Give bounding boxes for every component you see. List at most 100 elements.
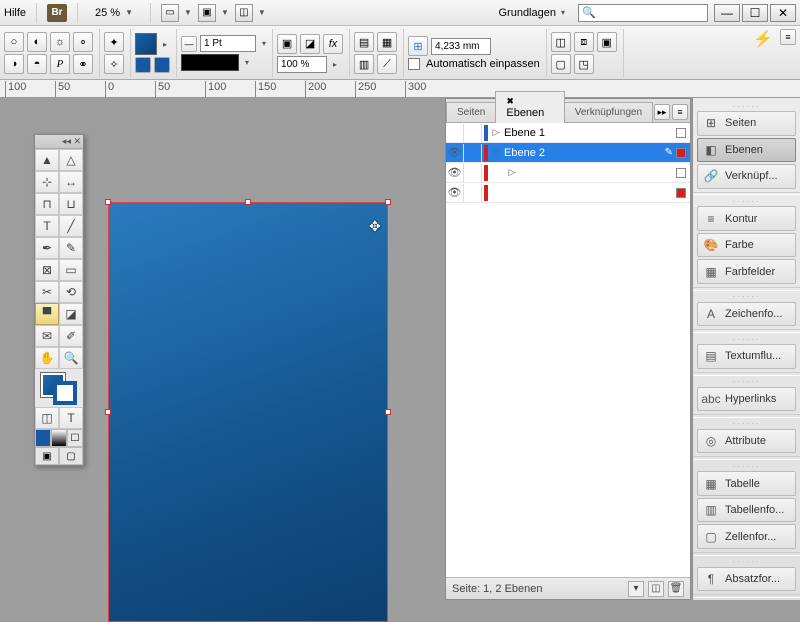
ref-value-input[interactable]: 4,233 mm <box>431 38 491 55</box>
fit-icon[interactable]: ▣ <box>597 32 617 52</box>
new-sublayer-icon[interactable]: ▾ <box>628 581 644 597</box>
format-text-icon[interactable]: T <box>59 407 83 429</box>
dock-button-hyperlinks[interactable]: abcHyperlinks <box>697 387 796 412</box>
tool-icon[interactable]: ✧ <box>104 54 124 74</box>
direct-selection-tool[interactable]: △ <box>59 149 83 171</box>
line-tool[interactable]: ╱ <box>59 215 83 237</box>
layer-row[interactable]: 👁▷ <box>446 163 690 183</box>
swatch-small[interactable] <box>154 57 170 73</box>
layer-row[interactable]: ▷Ebene 1 <box>446 123 690 143</box>
content-placer-tool[interactable]: ⊔ <box>59 193 83 215</box>
selection-tool[interactable]: ▲ <box>35 149 59 171</box>
dock-button-zeichenfo-[interactable]: AZeichenfo... <box>697 302 796 327</box>
selection-indicator[interactable] <box>676 188 686 198</box>
selected-rectangle[interactable] <box>108 202 388 622</box>
fit-icon[interactable]: ▢ <box>551 54 571 74</box>
zoom-tool[interactable]: 🔍 <box>59 347 83 369</box>
gradient-swatch-tool[interactable]: ▀ <box>35 303 59 325</box>
dock-button-tabellenfo-[interactable]: ▥Tabellenfo... <box>697 498 796 523</box>
swatch-small[interactable] <box>135 57 151 73</box>
tool-icon[interactable]: ☼ <box>50 32 70 52</box>
selection-handle[interactable] <box>385 409 391 415</box>
transform-tool[interactable]: ⟲ <box>59 281 83 303</box>
selection-handle[interactable] <box>105 199 111 205</box>
search-input[interactable]: 🔍 <box>578 4 708 22</box>
format-container-icon[interactable]: ◫ <box>35 407 59 429</box>
zoom-level[interactable]: 25 %▼ <box>88 4 140 22</box>
fill-swatch[interactable] <box>135 33 157 55</box>
wrap-icon[interactable]: ⟋ <box>377 54 397 74</box>
bridge-button[interactable]: Br <box>47 4 67 22</box>
hand-tool[interactable]: ✋ <box>35 347 59 369</box>
wrap-icon[interactable]: ▤ <box>354 32 374 52</box>
stroke-type[interactable] <box>181 54 239 71</box>
wrap-icon[interactable]: ▦ <box>377 32 397 52</box>
dock-button-farbfelder[interactable]: ▦Farbfelder <box>697 259 796 284</box>
dock-button-kontur[interactable]: ≡Kontur <box>697 206 796 231</box>
new-layer-icon[interactable]: ◫ <box>648 581 664 597</box>
scissors-tool[interactable]: ✂ <box>35 281 59 303</box>
eyedropper-tool[interactable]: ✐ <box>59 325 83 347</box>
note-tool[interactable]: ✉ <box>35 325 59 347</box>
expand-arrow-icon[interactable]: ▽ <box>490 147 502 158</box>
dock-button-farbe[interactable]: 🎨Farbe <box>697 233 796 258</box>
panel-menu-icon[interactable]: ≡ <box>672 104 688 120</box>
lock-toggle[interactable] <box>464 144 482 162</box>
tool-icon[interactable]: ⚬ <box>73 32 93 52</box>
panel-menu-icon[interactable]: ≡ <box>780 29 796 45</box>
stroke-style-icon[interactable]: — <box>181 36 197 52</box>
expand-arrow-icon[interactable]: ▷ <box>506 167 518 178</box>
pen-tool[interactable]: ✒ <box>35 237 59 259</box>
screen-mode[interactable]: ▣▼ <box>198 4 229 22</box>
dock-button-textumflu-[interactable]: ▤Textumflu... <box>697 344 796 369</box>
layer-row[interactable]: 👁▽Ebene 2✎ <box>446 143 690 163</box>
collapse-icon[interactable]: ▸▸ <box>654 104 670 120</box>
effects-icon[interactable]: ▣ <box>277 34 297 54</box>
delete-layer-icon[interactable]: 🗑 <box>668 581 684 597</box>
selection-handle[interactable] <box>105 409 111 415</box>
selection-handle[interactable] <box>385 199 391 205</box>
tab-ebenen[interactable]: ✖ Ebenen <box>495 91 564 123</box>
visibility-toggle[interactable] <box>446 124 464 142</box>
tool-icon[interactable]: ○ <box>4 32 24 52</box>
palette-header[interactable]: ◂◂ ✕ <box>35 135 83 149</box>
expand-arrow-icon[interactable]: ▷ <box>490 127 502 138</box>
selection-indicator[interactable] <box>676 128 686 138</box>
selection-indicator[interactable] <box>676 168 686 178</box>
visibility-toggle[interactable]: 👁 <box>446 164 464 182</box>
visibility-toggle[interactable]: 👁 <box>446 184 464 202</box>
frame-tool[interactable]: ⊠ <box>35 259 59 281</box>
dock-button-tabelle[interactable]: ▦Tabelle <box>697 471 796 496</box>
stroke-weight-input[interactable]: 1 Pt <box>200 35 256 52</box>
effects-icon[interactable]: ◪ <box>300 34 320 54</box>
autofit-checkbox[interactable] <box>408 58 420 70</box>
apply-none-icon[interactable]: ☐ <box>67 429 83 447</box>
minimize-button[interactable]: — <box>714 4 740 22</box>
selection-indicator[interactable] <box>676 148 686 158</box>
fit-icon[interactable]: ⧈ <box>574 32 594 52</box>
apply-gradient-icon[interactable] <box>51 429 67 447</box>
gradient-feather-tool[interactable]: ◪ <box>59 303 83 325</box>
dock-button-verkn-pf-[interactable]: 🔗Verknüpf... <box>697 164 796 189</box>
tool-icon[interactable]: ◐ <box>27 32 47 52</box>
lock-toggle[interactable] <box>464 164 482 182</box>
tool-icon[interactable]: ◓ <box>27 54 47 74</box>
dock-button-ebenen[interactable]: ◧Ebenen <box>697 138 796 163</box>
help-menu[interactable]: Hilfe <box>4 7 26 19</box>
tab-verknuepfungen[interactable]: Verknüpfungen <box>564 102 653 122</box>
lock-toggle[interactable] <box>464 124 482 142</box>
tool-icon[interactable]: P <box>50 54 70 74</box>
gap-tool[interactable]: ↔ <box>59 171 83 193</box>
ref-point-icon[interactable]: ⊞ <box>408 36 428 56</box>
fit-icon[interactable]: ◳ <box>574 54 594 74</box>
page-tool[interactable]: ⊹ <box>35 171 59 193</box>
pencil-tool[interactable]: ✎ <box>59 237 83 259</box>
tool-icon[interactable]: ⚭ <box>73 54 93 74</box>
view-mode-preview[interactable]: ▢ <box>59 447 83 465</box>
dock-button-seiten[interactable]: ⊞Seiten <box>697 111 796 136</box>
dock-button-absatzfor-[interactable]: ¶Absatzfor... <box>697 567 796 592</box>
dock-button-attribute[interactable]: ◎Attribute <box>697 429 796 454</box>
fill-stroke-swatch[interactable] <box>35 369 83 407</box>
layer-name[interactable]: Ebene 2 <box>502 147 665 159</box>
tool-icon[interactable]: ✦ <box>104 32 124 52</box>
